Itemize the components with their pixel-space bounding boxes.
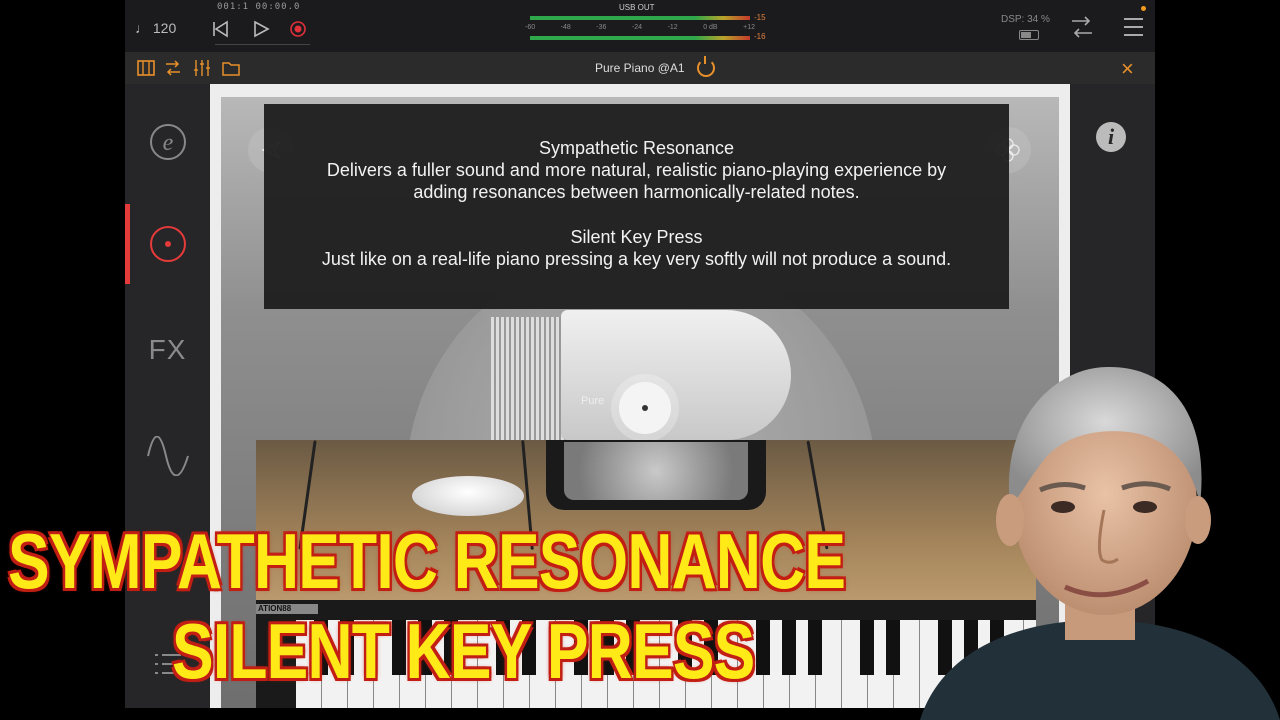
routing-swap-icon[interactable]: [164, 59, 182, 77]
preset-knob[interactable]: [619, 382, 671, 434]
preset-label: Pure: [581, 395, 605, 407]
headline-silent-key-press: SILENT KEY PRESS: [171, 607, 757, 695]
info-icon[interactable]: i: [1096, 122, 1126, 152]
output-label[interactable]: USB OUT: [619, 3, 655, 12]
meter-tick: -24: [631, 24, 643, 31]
rewind-button[interactable]: [207, 16, 233, 42]
tooltip-heading-resonance: Sympathetic Resonance: [538, 138, 735, 158]
peak-left: -15: [754, 13, 766, 22]
meter-tick: -60: [525, 24, 536, 31]
position-counter: 001:1 00:00.0: [217, 2, 301, 12]
plugin-title-bar: Pure Piano @A1 ×: [125, 52, 1155, 85]
hamburger-icon: [1124, 18, 1143, 36]
folder-icon[interactable]: [222, 59, 240, 77]
mixer-icon[interactable]: [193, 59, 211, 77]
rewind-icon: [213, 20, 228, 38]
waveform-icon: [146, 436, 189, 476]
record-icon: [290, 21, 306, 37]
notification-dot: [1141, 6, 1146, 11]
black-key: [860, 620, 874, 675]
tooltip-heading-silent-key: Silent Key Press: [570, 227, 703, 247]
black-key: [756, 620, 770, 675]
knob-dot: [642, 405, 648, 411]
keyboard-icon[interactable]: [137, 59, 155, 77]
dsp-load: DSP: 34 %: [1001, 14, 1050, 25]
level-meter-left: [530, 16, 750, 20]
tooltip-text-resonance-1: Delivers a fuller sound and more natural…: [326, 160, 947, 180]
black-key: [782, 620, 796, 675]
info-tooltip: Sympathetic Resonance Delivers a fuller …: [264, 104, 1009, 309]
fx-label: FX: [148, 334, 187, 365]
tooltip-text-silent-key: Just like on a real-life piano pressing …: [321, 249, 952, 269]
play-icon: [254, 20, 270, 38]
transport-divider: [215, 44, 310, 45]
peak-right: -16: [754, 32, 766, 41]
meter-tick: -12: [667, 24, 678, 31]
piano-graphic: [561, 310, 791, 440]
battery-icon: [1019, 30, 1039, 40]
meter-tick: +12: [743, 24, 755, 31]
piano-strings-graphic: [491, 317, 566, 442]
close-icon[interactable]: ×: [1121, 56, 1134, 82]
sidebar-item-waveform[interactable]: [125, 426, 210, 486]
plugin-title: Pure Piano @A1: [595, 61, 685, 75]
tooltip-text-resonance-2: adding resonances between harmonically-r…: [413, 182, 860, 202]
ipad-screen: [564, 442, 748, 500]
play-button[interactable]: [248, 16, 274, 42]
sidebar-item-fx[interactable]: FX: [125, 320, 210, 380]
black-key: [886, 620, 900, 675]
meter-tick: -36: [596, 24, 607, 31]
routing-icon: [1072, 16, 1092, 38]
sidebar-item-effects[interactable]: e: [125, 112, 210, 172]
sidebar-item-instrument[interactable]: [125, 214, 210, 274]
instrument-icon: [149, 226, 186, 262]
black-key: [808, 620, 822, 675]
record-button[interactable]: [285, 16, 311, 42]
meter-tick: 0 dB: [703, 24, 718, 31]
mouse-photo: [412, 476, 524, 516]
tempo-display[interactable]: ♩ 120: [135, 20, 176, 36]
meter-scale: -60 -48 -36 -24 -12 0 dB +12: [525, 24, 755, 31]
meter-tick: -48: [560, 24, 571, 31]
effects-e-icon: e: [149, 124, 186, 160]
power-icon[interactable]: [697, 56, 715, 77]
ipad-photo: [546, 440, 766, 510]
routing-button[interactable]: [1069, 14, 1095, 45]
headline-sympathetic-resonance: SYMPATHETIC RESONANCE: [7, 517, 847, 605]
menu-button[interactable]: [1123, 16, 1145, 43]
svg-text:e: e: [162, 130, 173, 156]
transport-bar: ♩ 120 001:1 00:00.0 USB OUT -60 -48 -36 …: [125, 0, 1155, 52]
level-meter-right: [530, 36, 750, 40]
presenter-photo: [920, 366, 1280, 720]
